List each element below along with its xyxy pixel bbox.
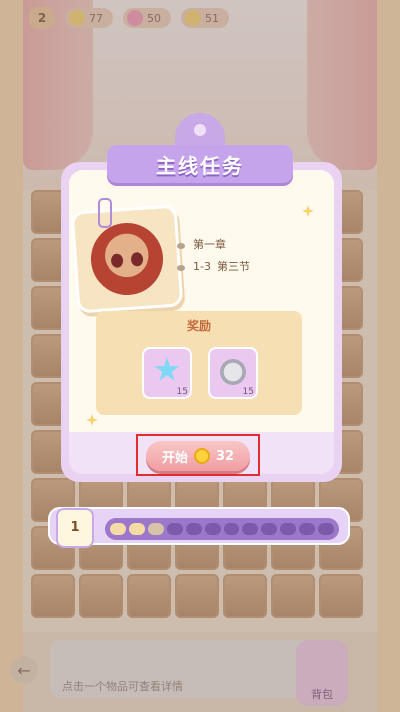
cat-eye <box>130 251 144 267</box>
paw-icon <box>175 261 187 271</box>
progress-segment <box>261 523 278 535</box>
dialog-title-banner: 主线任务 <box>107 145 293 183</box>
blue-star-icon <box>154 357 180 381</box>
calendar-day: 1 <box>70 520 80 535</box>
chapter-row: 第一章 <box>175 233 250 255</box>
cat-eye <box>110 253 124 269</box>
progress-segment <box>185 523 202 535</box>
reward-slot-coin[interactable]: 15 <box>208 347 258 399</box>
section-code: 1-3 <box>193 259 211 273</box>
reward-count: 15 <box>176 387 188 397</box>
cat-character-portrait <box>88 220 166 298</box>
game-screen: 2 77 50 51 ← 点击一个物品可查看详情 背包 主线任务 第一章 1-3… <box>0 0 400 712</box>
section-row: 1-3 第三节 <box>175 255 250 277</box>
progress-segment <box>166 523 183 535</box>
chapter-label: 第一章 <box>193 238 226 251</box>
paper-clip-icon <box>98 198 112 228</box>
progress-segment <box>299 523 316 535</box>
dialog-title: 主线任务 <box>156 153 244 178</box>
calendar-icon[interactable]: 1 <box>58 510 92 546</box>
progress-track <box>105 518 339 540</box>
quest-character-card <box>73 207 181 311</box>
paw-icon <box>175 239 187 249</box>
progress-segment <box>280 523 297 535</box>
progress-segment <box>110 523 126 535</box>
progress-segment <box>147 523 164 535</box>
silver-paw-coin-icon <box>220 359 246 385</box>
reward-slot-star[interactable]: 15 <box>142 347 192 399</box>
quest-info: 第一章 1-3 第三节 <box>175 233 250 277</box>
tag-hole <box>194 124 206 136</box>
reward-count: 15 <box>242 387 254 397</box>
section-name: 第三节 <box>216 260 250 273</box>
rewards-panel: 奖励 15 15 <box>96 311 302 415</box>
start-button-highlight <box>136 434 260 476</box>
progress-segment <box>242 523 259 535</box>
progress-segment <box>318 523 335 535</box>
progress-segment <box>128 523 145 535</box>
progress-segment <box>223 523 240 535</box>
rewards-title: 奖励 <box>186 319 211 333</box>
progress-segment <box>204 523 221 535</box>
